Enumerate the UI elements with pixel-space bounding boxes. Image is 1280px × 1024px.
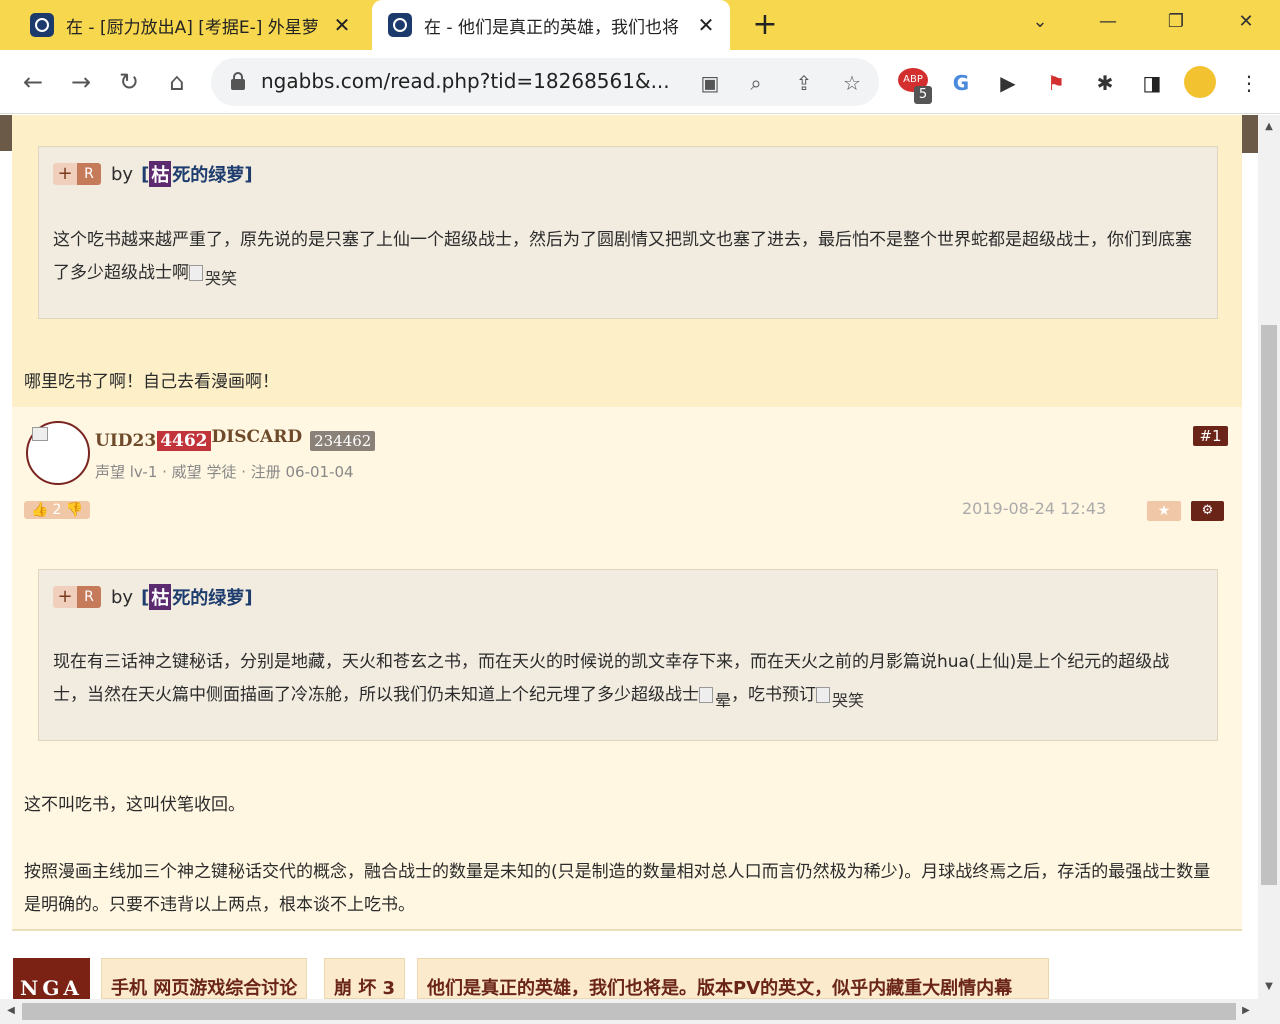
breadcrumb-item[interactable]: 他们是真正的英雄，我们也将是。版本PV的英文，似乎内藏重大剧情内幕 [417,958,1049,999]
scroll-right-icon[interactable]: ▶ [1236,1001,1256,1021]
quote-text: 现在有三话神之键秘话，分别是地藏，天火和苍玄之书，而在天火的时候说的凯文幸存下来… [53,646,1203,717]
thumbs-up-icon[interactable]: 👍 [31,502,48,518]
extensions-puzzle-icon[interactable]: ✱ [1090,68,1120,98]
url-text[interactable]: ngabbs.com/read.php?tid=18268561&... [261,69,670,93]
breadcrumb-item[interactable]: 手机 网页游戏综合讨论 [101,958,308,999]
quote-block: + R by [ 枯 死的绿萝 ] 现在有三话神之键秘话，分别是地藏，天火和苍玄… [38,569,1218,741]
quoted-user-link[interactable]: [ 枯 死的绿萝 ] [141,161,253,187]
close-tab-icon[interactable]: ✕ [328,13,356,37]
quote-text: 这个吃书越来越严重了，原先说的是只塞了上仙一个超级战士，然后为了圆剧情又把凯文也… [53,224,1203,295]
favorite-star-button[interactable]: ★ [1147,501,1181,521]
bookmark-star-icon[interactable]: ☆ [839,70,865,96]
breadcrumb-item[interactable]: 崩 坏 3 [324,958,406,999]
nga-logo[interactable]: NGA [13,958,90,999]
zoom-icon[interactable]: ⌕ [743,70,769,96]
quoted-user-link[interactable]: [ 枯 死的绿萝 ] [141,584,253,610]
browser-toolbar: ← → ↻ ⌂ ngabbs.com/read.php?tid=18268561… [0,50,1280,114]
quote-jump-button[interactable]: + R [53,586,101,608]
page-frame-left [0,115,12,151]
quote-block: + R by [ 枯 死的绿萝 ] 这个吃书越来越严重了，原先说的是只塞了上仙一… [38,146,1218,319]
breadcrumb: NGA 手机 网页游戏综合讨论 崩 坏 3 他们是真正的英雄，我们也将是。版本P… [0,958,1258,999]
post-block: + R by [ 枯 死的绿萝 ] 这个吃书越来越严重了，原先说的是只塞了上仙一… [12,115,1242,407]
tab-title: 在 - 他们是真正的英雄，我们也将 [424,17,679,38]
quote-by: by [111,163,134,185]
new-tab-button[interactable]: + [750,8,780,42]
floor-number-link[interactable]: #1 [1193,426,1228,446]
forward-icon[interactable]: → [63,64,99,100]
horizontal-scroll-thumb[interactable] [22,1003,1236,1020]
post-settings-gear-button[interactable]: ⚙ [1191,501,1224,521]
thumbs-down-icon[interactable]: 👎 [65,502,82,518]
post-text: 这不叫吃书，这叫伏笔收回。 [24,795,245,815]
page-viewport: + R by [ 枯 死的绿萝 ] 这个吃书越来越严重了，原先说的是只塞了上仙一… [0,115,1258,999]
address-bar[interactable]: ngabbs.com/read.php?tid=18268561&... ▣ ⌕… [211,58,879,106]
menu-kebab-icon[interactable]: ⋮ [1234,68,1264,98]
quote-by: by [111,586,134,608]
share-icon[interactable]: ⇪ [791,70,817,96]
nga-favicon-icon [388,13,412,37]
back-icon[interactable]: ← [15,64,51,100]
quote-jump-button[interactable]: + R [53,163,101,185]
emoji-image: 晕 [699,684,731,717]
quote-header: + R by [ 枯 死的绿萝 ] [53,584,253,610]
close-tab-icon[interactable]: ✕ [692,13,720,37]
close-window-icon[interactable]: ✕ [1216,0,1276,46]
browser-tab-active[interactable]: 在 - 他们是真正的英雄，我们也将 ✕ [372,0,730,50]
user-meta: 声望 lv-1 · 威望 学徒 · 注册 06-01-04 [95,463,354,481]
post-text: 哪里吃书了啊！自己去看漫画啊！ [24,372,279,392]
home-icon[interactable]: ⌂ [159,64,195,100]
vertical-scroll-thumb[interactable] [1261,325,1277,885]
quote-header: + R by [ 枯 死的绿萝 ] [53,161,253,187]
like-count: 2 [52,502,62,518]
horizontal-scrollbar[interactable]: ◀ ▶ [0,999,1280,1024]
username-link[interactable]: UID23 4462 DISCARD 234462 [95,427,376,451]
restore-icon[interactable]: ❐ [1146,0,1206,46]
translate-icon[interactable]: G [946,68,976,98]
page-frame-right [1242,115,1258,153]
scroll-down-icon[interactable]: ▼ [1259,977,1279,997]
tab-strip: 在 - [厨力放出A] [考据E-] 外星萝 ✕ 在 - 他们是真正的英雄，我们… [0,0,1280,50]
emoji-image: 哭笑 [189,262,237,295]
minimize-icon[interactable]: — [1078,0,1138,46]
emoji-image: 哭笑 [816,684,864,717]
side-panel-icon[interactable]: ◨ [1137,68,1167,98]
profile-avatar-icon[interactable] [1184,66,1216,98]
uid-badge[interactable]: 234462 [310,431,376,451]
extension-flag-icon[interactable]: ⚑ [1041,68,1071,98]
play-icon[interactable]: ▶ [993,68,1023,98]
scroll-left-icon[interactable]: ◀ [1,1001,21,1021]
like-dislike-bar[interactable]: 👍 2 👎 [24,501,90,519]
nga-favicon-icon [30,13,54,37]
lock-icon[interactable] [231,72,245,90]
reload-icon[interactable]: ↻ [111,64,147,100]
vertical-scrollbar[interactable]: ▲ ▼ [1258,115,1280,999]
post-text: 按照漫画主线加三个神之键秘话交代的概念，融合战士的数量是未知的(只是制造的数量相… [24,862,1211,915]
tab-title: 在 - [厨力放出A] [考据E-] 外星萝 [66,17,319,38]
avatar[interactable] [26,421,90,485]
tab-search-icon[interactable]: ⌄ [1010,0,1070,46]
blocked-popup-icon[interactable]: ▣ [697,70,723,96]
scroll-up-icon[interactable]: ▲ [1259,117,1279,137]
adblock-count-badge: 5 [914,86,932,104]
browser-tab[interactable]: 在 - [厨力放出A] [考据E-] 外星萝 ✕ [14,0,366,50]
post-timestamp: 2019-08-24 12:43 [962,499,1107,518]
